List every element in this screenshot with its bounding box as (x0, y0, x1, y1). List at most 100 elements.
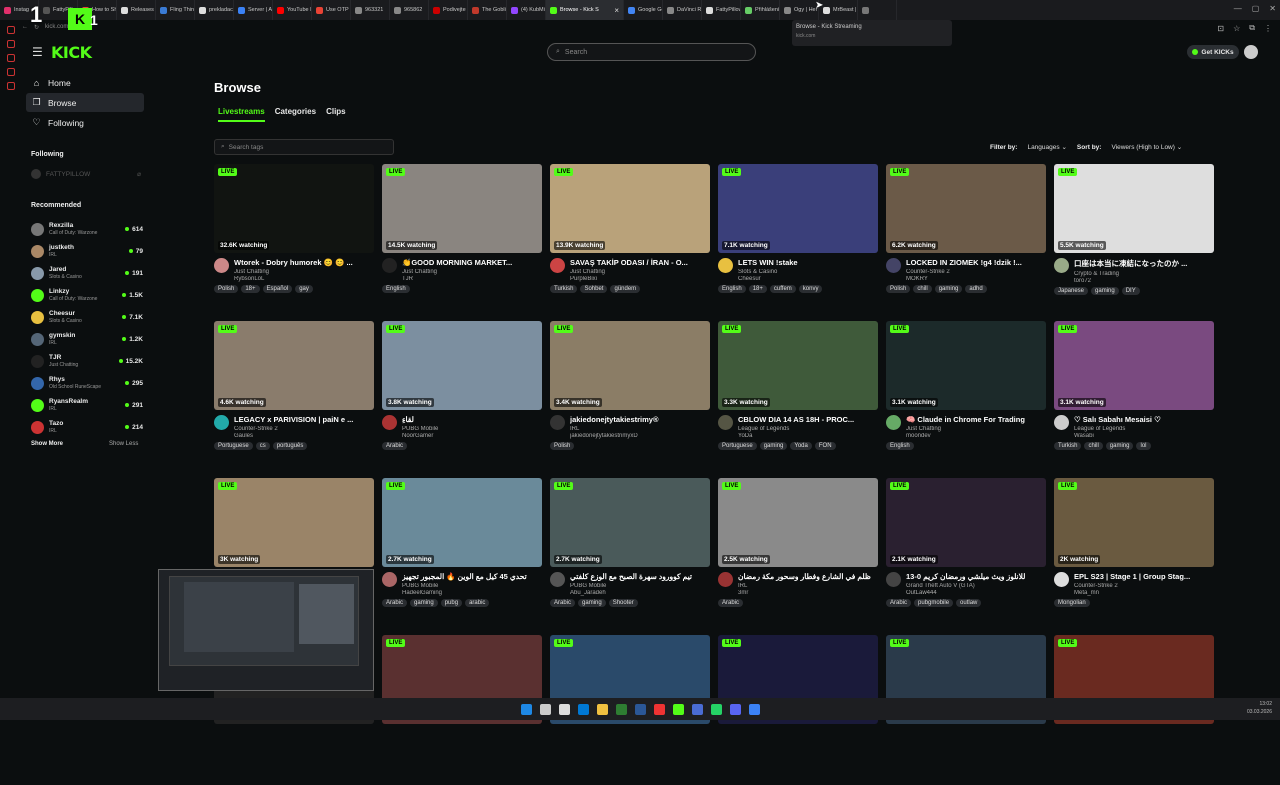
languages-dropdown[interactable]: Languages ⌄ (1023, 141, 1070, 153)
stream-title[interactable]: ظلم في الشارع وفطار وسحور مكة رمضان (738, 572, 878, 581)
stream-tag[interactable]: gaming (578, 599, 606, 607)
taskbar-app-icon[interactable] (729, 703, 741, 715)
stream-card[interactable]: LIVE 5.5K watching 口座は本当に凍結になったのか ... Crypt… (1054, 164, 1214, 314)
extensions-icon[interactable]: ⧉ (1249, 23, 1255, 33)
browser-tab[interactable]: 965862 (390, 0, 429, 20)
side-panel-icon[interactable] (7, 40, 15, 48)
stream-tag[interactable]: cs (255, 442, 270, 450)
stream-tag[interactable]: português (272, 442, 308, 450)
browser-tab[interactable] (858, 0, 897, 20)
streamer-name[interactable]: jakiedonejtytakiestrimyxD (570, 433, 710, 439)
hamburger-menu-icon[interactable]: ☰ (32, 45, 43, 59)
stream-category[interactable]: Just Chatting (402, 269, 542, 275)
streamer-name[interactable]: TJR (402, 276, 542, 282)
taskbar-app-icon[interactable] (634, 703, 646, 715)
stream-tag[interactable]: lol (1136, 442, 1151, 450)
stream-thumbnail[interactable]: LIVE 2.5K watching (718, 478, 878, 567)
streamer-name[interactable]: Meta_mn (1074, 590, 1214, 596)
stream-thumbnail[interactable]: LIVE 14.5K watching (382, 164, 542, 253)
stream-tag[interactable]: Portuguese (718, 442, 757, 450)
streamer-avatar[interactable] (718, 258, 733, 273)
taskbar-app-icon[interactable] (691, 703, 703, 715)
streamer-avatar[interactable] (718, 415, 733, 430)
stream-title[interactable]: LOCKED IN ZIOMEK !g4 !dzik !... (906, 258, 1046, 267)
stream-card[interactable]: LIVE 2.5K watching ظلم في الشارع وفطار وسح… (718, 478, 878, 628)
stream-category[interactable]: Counter-Strike 2 (906, 269, 1046, 275)
stream-tag[interactable]: Polish (214, 285, 239, 293)
browser-tab[interactable]: Server | A (234, 0, 273, 20)
following-channel[interactable]: FATTYPILLOW ⌀ (31, 169, 141, 179)
stream-card[interactable]: LIVE 14.5K watching 👏GOOD MORNING MARKET..… (382, 164, 542, 314)
stream-tag[interactable]: cuffem (769, 285, 796, 293)
stream-category[interactable]: League of Legends (1074, 426, 1214, 432)
stream-title[interactable]: LETS WIN !stake (738, 258, 878, 267)
stream-tag[interactable]: gaming (410, 599, 438, 607)
browser-tab[interactable]: Přihlášení (741, 0, 780, 20)
stream-thumbnail[interactable]: LIVE 3.4K watching (550, 321, 710, 410)
stream-category[interactable]: Just Chatting (234, 269, 374, 275)
side-panel-icon[interactable] (7, 68, 15, 76)
stream-category[interactable]: Slots & Casino (738, 269, 878, 275)
stream-tag[interactable]: Arabic (886, 599, 912, 607)
stream-title[interactable]: LEGACY x PARIVISION | paiN e ... (234, 415, 374, 424)
stream-category[interactable]: League of Legends (738, 426, 878, 432)
stream-card[interactable]: LIVE 32.6K watching Wtorek - Dobry humorek… (214, 164, 374, 314)
streamer-name[interactable]: NoorGamer (402, 433, 542, 439)
stream-category[interactable]: IRL (738, 583, 878, 589)
taskbar-app-icon[interactable] (558, 703, 570, 715)
stream-tag[interactable]: DIY (1121, 287, 1140, 295)
stream-tag[interactable]: pubgmobile (914, 599, 954, 607)
streamer-avatar[interactable] (1054, 415, 1069, 430)
show-more-button[interactable]: Show More (31, 441, 63, 447)
browser-tab[interactable]: Fling Thing (156, 0, 195, 20)
stream-category[interactable]: Just Chatting (570, 269, 710, 275)
taskbar-app-icon[interactable] (577, 703, 589, 715)
stream-thumbnail[interactable]: LIVE 7.1K watching (718, 164, 878, 253)
kick-logo[interactable]: KICK (51, 43, 92, 62)
taskbar-app-icon[interactable] (653, 703, 665, 715)
streamer-name[interactable]: MOKRY (906, 276, 1046, 282)
stream-tag[interactable]: gaming (759, 442, 788, 450)
stream-thumbnail[interactable]: LIVE 6.2K watching (886, 164, 1046, 253)
stream-thumbnail[interactable]: LIVE 4.6K watching (214, 321, 374, 410)
stream-tag[interactable]: outlaw (956, 599, 982, 607)
stream-tag[interactable]: Arabic (718, 599, 744, 607)
nav-home[interactable]: ⌂ Home (26, 73, 144, 92)
stream-category[interactable]: Counter-Strike 2 (234, 426, 374, 432)
browser-tab[interactable]: Use OTP (312, 0, 351, 20)
stream-card[interactable]: LIVE 2.1K watching 13-0 للانلوز ويث ميلشي … (886, 478, 1046, 628)
stream-tag[interactable]: English (718, 285, 746, 293)
streamer-name[interactable]: OutLaw444 (906, 590, 1046, 596)
stream-category[interactable]: Crypto & Trading (1074, 271, 1214, 277)
stream-thumbnail[interactable]: LIVE 3.1K watching (1054, 321, 1214, 410)
streamer-name[interactable]: RybsonLoL (234, 276, 374, 282)
stream-tag[interactable]: English (886, 442, 914, 450)
stream-tag[interactable]: chill (1084, 442, 1103, 450)
stream-title[interactable]: 🧠 Claude in Chrome For Trading (906, 415, 1046, 424)
stream-tag[interactable]: arabic (465, 599, 490, 607)
cast-icon[interactable]: ⊡ (1217, 24, 1224, 33)
stream-card[interactable]: LIVE 13.9K watching SAVAŞ TAKİP ODASI / İR… (550, 164, 710, 314)
stream-title[interactable]: 口座は本当に凍結になったのか ... (1074, 258, 1214, 269)
taskbar-app-icon[interactable] (539, 703, 551, 715)
browser-tab[interactable]: YouTube M (273, 0, 312, 20)
streamer-avatar[interactable] (1054, 258, 1069, 273)
taskbar-app-icon[interactable] (520, 703, 532, 715)
recommended-channel[interactable]: gymskin IRL 1.2K (31, 328, 143, 350)
browser-tab[interactable]: Browse - Kick S × (546, 0, 624, 20)
recommended-channel[interactable]: justketh IRL 79 (31, 240, 143, 262)
recommended-channel[interactable]: Cheesur Slots & Casino 7.1K (31, 306, 143, 328)
get-kicks-button[interactable]: Get KICKs (1187, 45, 1239, 59)
tab-livestreams[interactable]: Livestreams (218, 107, 265, 122)
stream-thumbnail[interactable]: LIVE 13.9K watching (550, 164, 710, 253)
streamer-avatar[interactable] (214, 258, 229, 273)
stream-tag[interactable]: Arabic (382, 442, 408, 450)
stream-tag[interactable]: Mongolian (1054, 599, 1090, 607)
address-bar[interactable]: ←↻kick.com/browse (22, 20, 322, 34)
maximize-icon[interactable]: ▢ (1252, 4, 1260, 13)
close-window-icon[interactable]: ✕ (1269, 4, 1276, 13)
stream-thumbnail[interactable]: LIVE 3.1K watching (886, 321, 1046, 410)
recommended-channel[interactable]: Tazo IRL 214 (31, 416, 143, 438)
stream-title[interactable]: تحدي 45 كيل مع الوين 🔥 المجبور تجهيز (402, 572, 542, 581)
stream-tag[interactable]: Arabic (550, 599, 576, 607)
